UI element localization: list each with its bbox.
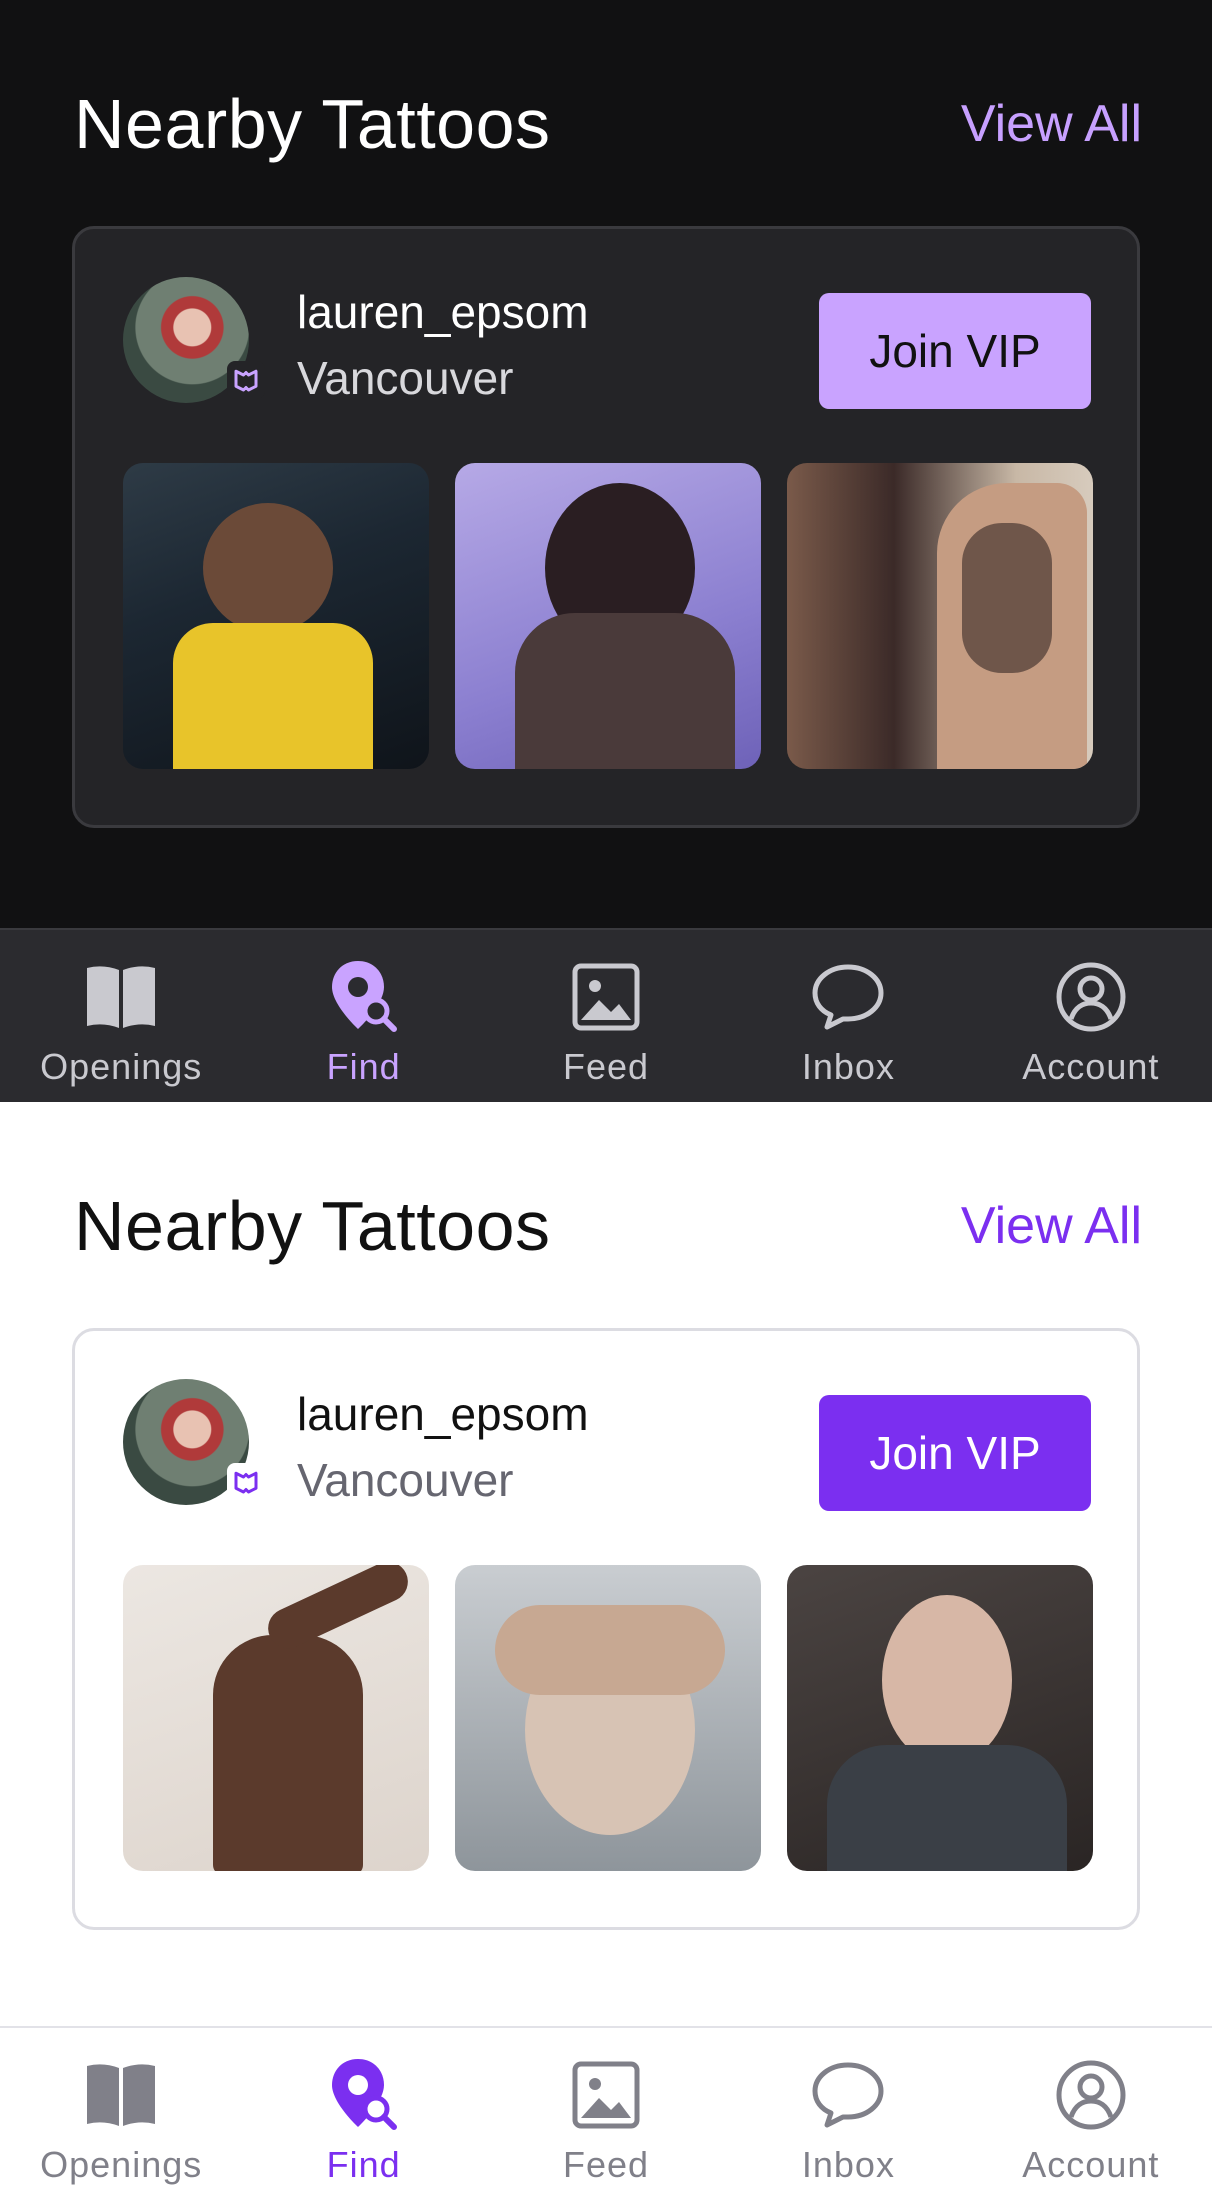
section-title: Nearby Tattoos xyxy=(74,85,551,163)
book-icon xyxy=(82,2056,160,2134)
chat-bubble-icon xyxy=(809,958,887,1036)
verified-badge-icon xyxy=(227,361,265,399)
join-vip-button[interactable]: Join VIP xyxy=(819,1395,1091,1511)
tab-inbox[interactable]: Inbox xyxy=(727,2028,969,2200)
bottom-tab-bar: Openings Find Feed Inbox Account xyxy=(0,2026,1212,2200)
tattoo-photo[interactable] xyxy=(123,463,429,769)
verified-badge-icon xyxy=(227,1463,265,1501)
artist-username[interactable]: lauren_epsom xyxy=(297,285,589,339)
map-pin-search-icon xyxy=(325,958,403,1036)
tab-openings[interactable]: Openings xyxy=(0,930,242,1102)
tab-label: Inbox xyxy=(801,1046,895,1087)
tattoo-photo[interactable] xyxy=(123,1565,429,1871)
book-icon xyxy=(82,958,160,1036)
view-all-link[interactable]: View All xyxy=(961,94,1142,154)
tab-account[interactable]: Account xyxy=(970,930,1212,1102)
nearby-tattoos-section: Nearby Tattoos View All lauren_epsom Van… xyxy=(0,0,1212,928)
tattoo-photo[interactable] xyxy=(455,1565,761,1871)
chat-bubble-icon xyxy=(809,2056,887,2134)
artist-card[interactable]: lauren_epsom Vancouver Join VIP xyxy=(72,1328,1140,1930)
tab-label: Feed xyxy=(562,1046,650,1087)
artist-city: Vancouver xyxy=(297,1454,514,1506)
tattoo-photo[interactable] xyxy=(787,463,1093,769)
nearby-tattoos-section: Nearby Tattoos View All lauren_epsom Van… xyxy=(0,1102,1212,2030)
bottom-tab-bar: Openings Find Feed Inbox Account xyxy=(0,928,1212,1102)
tab-label: Inbox xyxy=(801,2144,895,2185)
tab-label: Openings xyxy=(40,2144,203,2185)
tattoo-photo[interactable] xyxy=(455,463,761,769)
tattoo-photo-row xyxy=(123,1565,1095,1871)
tab-label: Find xyxy=(326,2144,401,2185)
section-title: Nearby Tattoos xyxy=(74,1187,551,1265)
artist-card[interactable]: lauren_epsom Vancouver Join VIP xyxy=(72,226,1140,828)
tab-find[interactable]: Find xyxy=(242,2028,484,2200)
tab-label: Feed xyxy=(562,2144,650,2185)
tab-feed[interactable]: Feed xyxy=(485,930,727,1102)
view-all-link[interactable]: View All xyxy=(961,1196,1142,1256)
user-circle-icon xyxy=(1052,2056,1130,2134)
tattoo-photo-row xyxy=(123,463,1095,769)
image-icon xyxy=(567,2056,645,2134)
tab-label: Account xyxy=(1022,2144,1160,2185)
tab-account[interactable]: Account xyxy=(970,2028,1212,2200)
image-icon xyxy=(567,958,645,1036)
artist-city: Vancouver xyxy=(297,352,514,404)
tab-label: Account xyxy=(1022,1046,1160,1087)
artist-username[interactable]: lauren_epsom xyxy=(297,1387,589,1441)
dark-theme-panel: Nearby Tattoos View All lauren_epsom Van… xyxy=(0,0,1212,1102)
tattoo-photo[interactable] xyxy=(787,1565,1093,1871)
tab-openings[interactable]: Openings xyxy=(0,2028,242,2200)
tab-feed[interactable]: Feed xyxy=(485,2028,727,2200)
tab-inbox[interactable]: Inbox xyxy=(727,930,969,1102)
tab-label: Find xyxy=(326,1046,401,1087)
map-pin-search-icon xyxy=(325,2056,403,2134)
user-circle-icon xyxy=(1052,958,1130,1036)
light-theme-panel: Nearby Tattoos View All lauren_epsom Van… xyxy=(0,1102,1212,2200)
tab-find[interactable]: Find xyxy=(242,930,484,1102)
join-vip-button[interactable]: Join VIP xyxy=(819,293,1091,409)
tab-label: Openings xyxy=(40,1046,203,1087)
